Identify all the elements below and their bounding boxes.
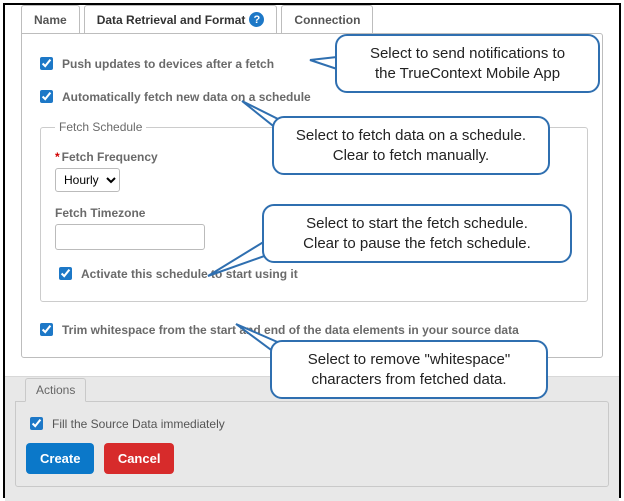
push-updates-checkbox[interactable] (40, 57, 53, 70)
fetch-timezone-input[interactable] (55, 224, 205, 250)
auto-fetch-checkbox[interactable] (40, 90, 53, 103)
fill-immediately-label: Fill the Source Data immediately (52, 417, 225, 431)
fill-immediately-checkbox[interactable] (30, 417, 43, 430)
tab-connection-label: Connection (294, 13, 360, 27)
tab-data-retrieval[interactable]: Data Retrieval and Format ? (84, 5, 278, 33)
trim-whitespace-label: Trim whitespace from the start and end o… (62, 323, 519, 337)
fetch-frequency-select[interactable]: Hourly (55, 168, 120, 192)
callout-auto-fetch: Select to fetch data on a schedule.Clear… (272, 116, 550, 175)
callout-push-updates: Select to send notifications tothe TrueC… (335, 34, 600, 93)
trim-whitespace-checkbox[interactable] (40, 323, 53, 336)
tab-connection[interactable]: Connection (281, 5, 373, 33)
actions-legend: Actions (25, 378, 86, 402)
tab-name-label: Name (34, 13, 67, 27)
push-updates-label: Push updates to devices after a fetch (62, 57, 274, 71)
tab-name[interactable]: Name (21, 5, 80, 33)
cancel-button[interactable]: Cancel (104, 443, 175, 474)
create-button[interactable]: Create (26, 443, 94, 474)
callout-activate-schedule: Select to start the fetch schedule.Clear… (262, 204, 572, 263)
tab-data-label: Data Retrieval and Format (97, 13, 246, 27)
actions-panel: Fill the Source Data immediately Create … (15, 401, 609, 487)
callout-trim-whitespace: Select to remove "whitespace"characters … (270, 340, 548, 399)
fetch-schedule-legend: Fetch Schedule (55, 120, 146, 134)
help-icon[interactable]: ? (249, 12, 264, 27)
activate-schedule-checkbox[interactable] (59, 267, 72, 280)
